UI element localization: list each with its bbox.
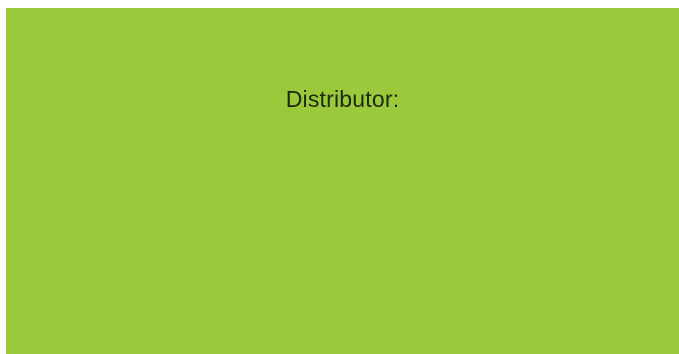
distributor-panel: Distributor:: [6, 8, 679, 354]
distributor-label: Distributor:: [285, 86, 400, 112]
